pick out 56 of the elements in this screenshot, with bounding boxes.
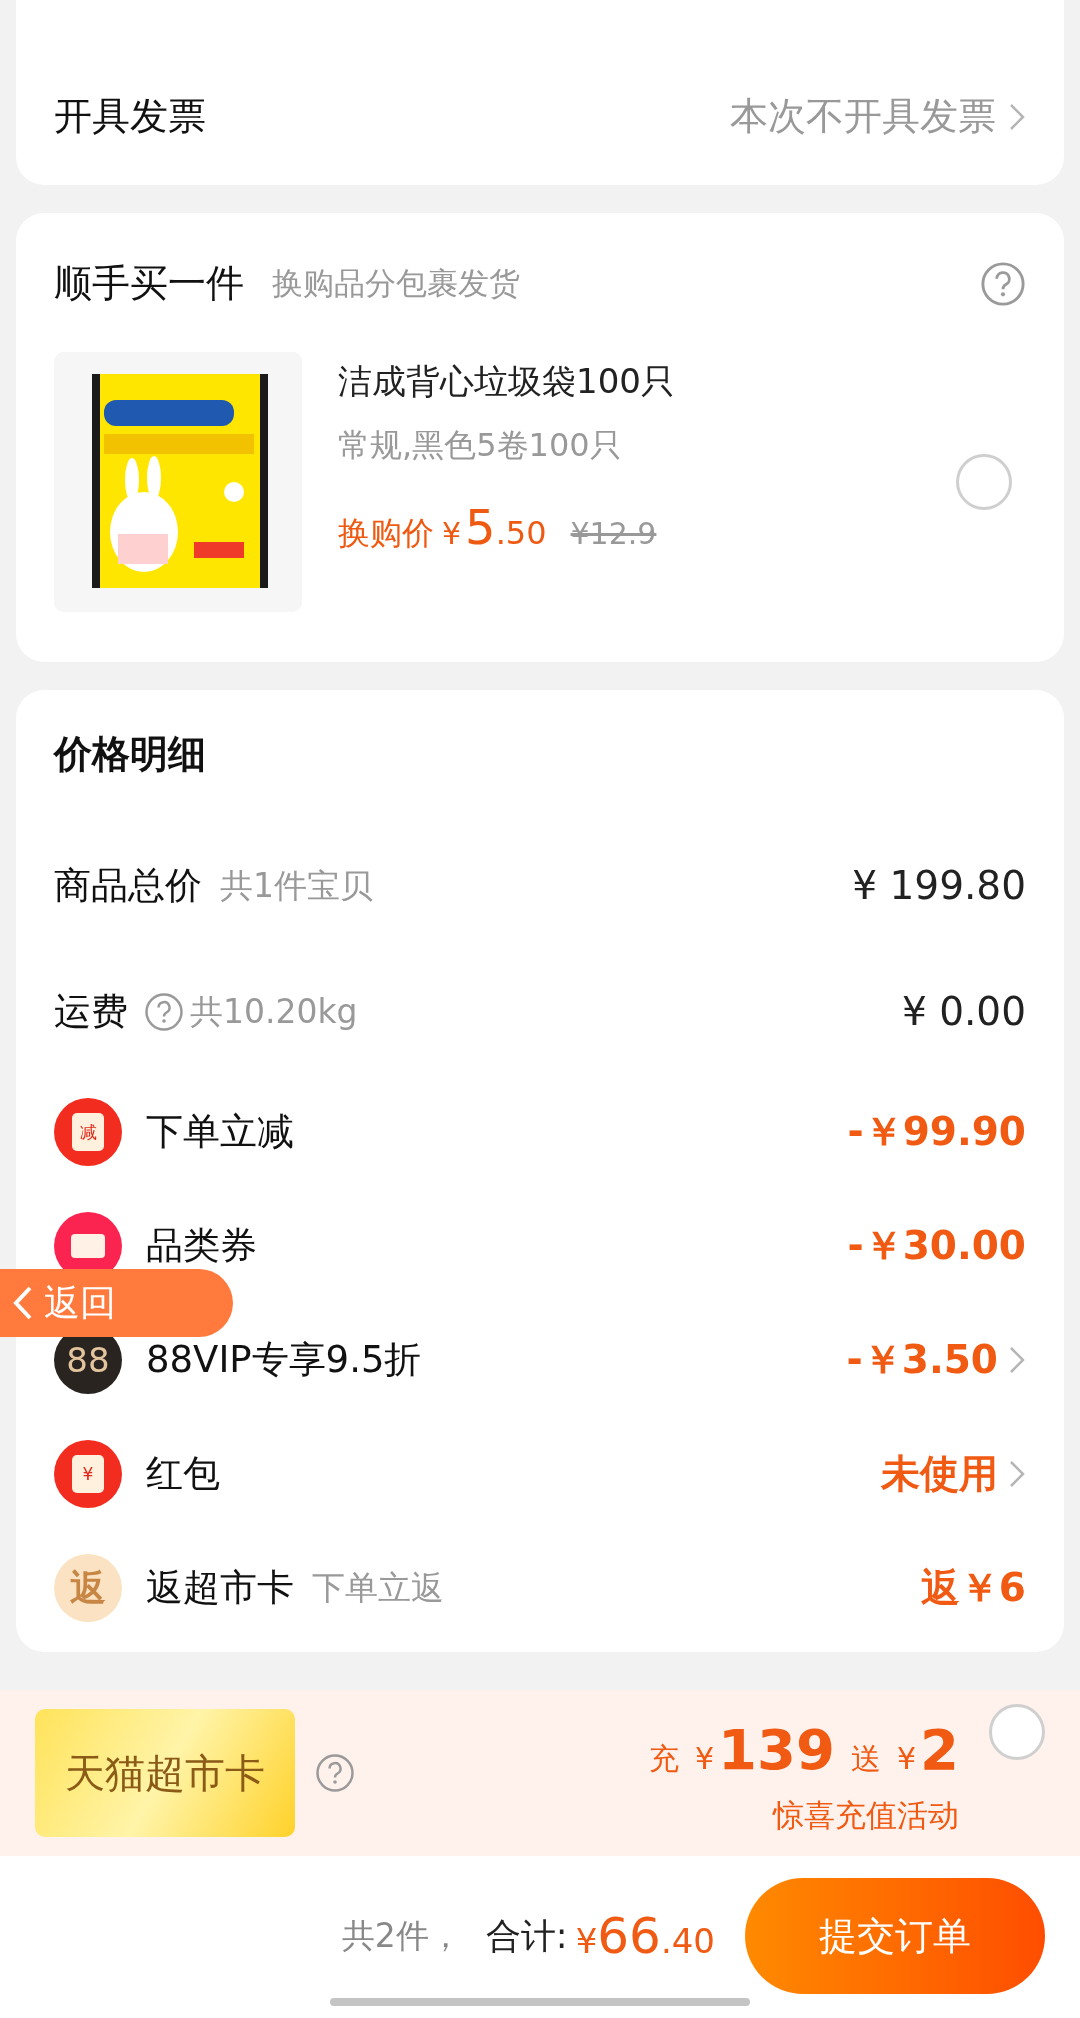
radio-button[interactable] <box>989 1704 1045 1760</box>
fee-note: 共1件宝贝 <box>220 865 373 908</box>
envelope-icon: ¥ <box>54 1440 122 1508</box>
total-decimal: .40 <box>660 1919 715 1963</box>
section-title: 价格明细 <box>54 731 207 778</box>
submit-order-button[interactable]: 提交订单 <box>745 1878 1045 1994</box>
currency-symbol: ¥ <box>575 1919 598 1963</box>
invoice-label: 开具发票 <box>54 93 206 140</box>
fee-label: 品类券 <box>146 1223 257 1270</box>
product-name: 洁成背心垃圾袋100只 <box>338 360 676 403</box>
help-icon[interactable] <box>980 260 1026 307</box>
invoice-option[interactable]: 本次不开具发票 <box>730 88 1026 145</box>
fee-label: 红包 <box>146 1451 220 1498</box>
back-button[interactable]: 返回 <box>0 1269 233 1337</box>
item-count: 共2件， <box>341 1915 462 1958</box>
recharge-amount: 139 <box>718 1715 835 1784</box>
price-decimal: .50 <box>495 513 547 554</box>
fee-amount: ¥ 0.00 <box>901 987 1026 1036</box>
help-icon[interactable] <box>144 992 184 1032</box>
section-subtitle: 换购品分包裹发货 <box>272 264 520 304</box>
supermarket-card: 天猫超市卡 <box>35 1709 295 1837</box>
bonus-amount: 2 <box>920 1715 959 1784</box>
chevron-right-icon <box>1008 1345 1026 1375</box>
currency-symbol: ¥ <box>442 515 462 553</box>
fee-amount[interactable]: -￥3.50 <box>846 1330 998 1390</box>
fee-label: 下单立减 <box>146 1109 294 1156</box>
section-title: 顺手买一件 <box>54 260 244 307</box>
chevron-left-icon <box>12 1285 34 1321</box>
product-spec: 常规,黑色5卷100只 <box>338 425 623 466</box>
price-integer: 5 <box>465 498 496 557</box>
fee-amount: -￥99.90 <box>847 1107 1026 1156</box>
currency-symbol: ¥ <box>896 1739 917 1778</box>
recharge-label: 充 <box>648 1739 679 1778</box>
fee-note: 共10.20kg <box>190 991 358 1034</box>
fee-label: 商品总价 <box>54 863 202 910</box>
bonus-label: 送 <box>850 1739 881 1778</box>
original-price: ¥12.9 <box>570 515 657 553</box>
fee-amount: ¥ 199.80 <box>852 861 1026 910</box>
fee-amount: 返￥6 <box>920 1563 1026 1612</box>
rebate-icon: 返 <box>54 1554 122 1622</box>
chevron-right-icon <box>1008 101 1026 132</box>
fee-label: 运费 <box>54 989 128 1036</box>
help-icon[interactable] <box>315 1753 355 1793</box>
fee-label: 88VIP专享9.5折 <box>146 1337 422 1384</box>
fee-note: 下单立返 <box>312 1567 444 1610</box>
total-label: 合计: <box>485 1914 568 1958</box>
fee-label: 返超市卡 <box>146 1565 294 1612</box>
radio-button[interactable] <box>956 454 1012 510</box>
chevron-right-icon <box>1008 1459 1026 1489</box>
currency-symbol: ¥ <box>694 1739 715 1778</box>
total-integer: 66 <box>597 1905 661 1967</box>
fee-amount[interactable]: 未使用 <box>881 1444 998 1504</box>
promo-caption: 惊喜充值活动 <box>773 1795 959 1835</box>
envelope-icon: 减 <box>54 1098 122 1166</box>
price-label: 换购价 <box>338 513 434 554</box>
fee-amount: -￥30.00 <box>847 1221 1026 1270</box>
